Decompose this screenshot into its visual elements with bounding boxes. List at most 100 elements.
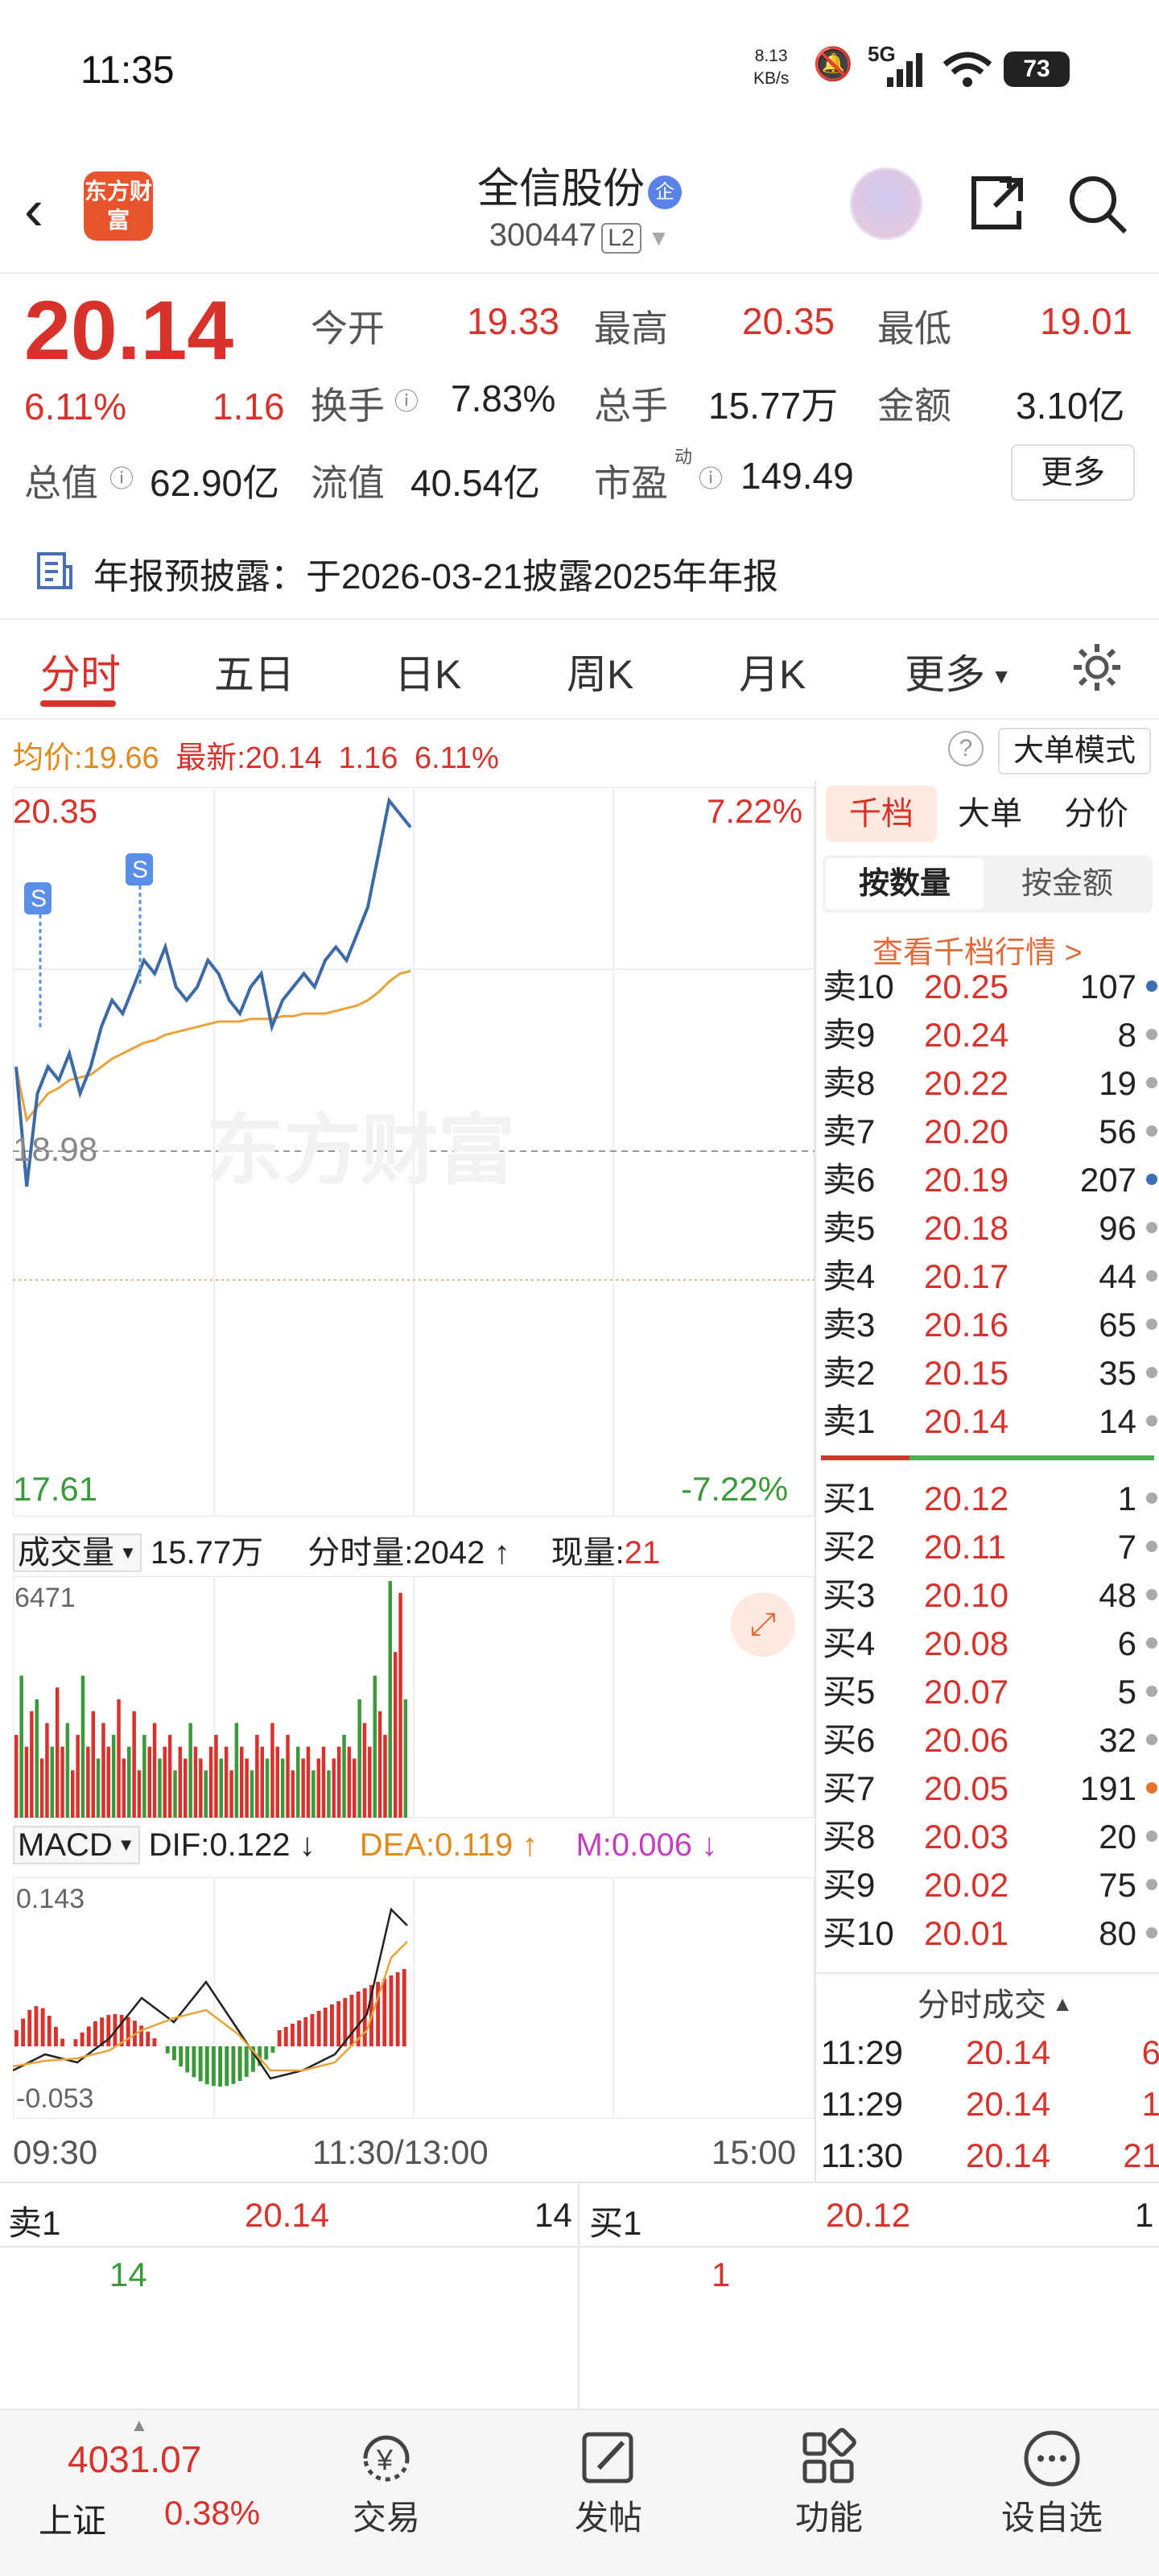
trade-icon: ¥ [363, 2435, 410, 2482]
bid-row[interactable]: 买3 20.10 48 [823, 1571, 1159, 1620]
bid-row[interactable]: 买7 20.05 191 [823, 1765, 1159, 1813]
chart-info-row: 均价:19.66 最新:20.14 1.16 6.11% [13, 741, 499, 775]
macd-bar [310, 2014, 315, 2046]
volume-chart[interactable] [13, 1576, 815, 1818]
volume-bar [24, 1746, 29, 1818]
settings-icon[interactable] [1069, 639, 1125, 696]
ask-row[interactable]: 卖7 20.20 56 [823, 1108, 1159, 1156]
time-end: 15:00 [711, 2133, 797, 2171]
tab-daily-k[interactable]: 日K [394, 642, 461, 700]
ob-price: 20.15 [924, 1354, 1009, 1392]
ob-price: 20.16 [924, 1306, 1009, 1344]
search-icon[interactable] [1062, 169, 1132, 238]
intraday-chart[interactable]: 东方财富 S S [13, 787, 815, 1517]
level1-row: 卖1 20.14 14 买1 20.12 1 [0, 2182, 1159, 2249]
tab-five-day[interactable]: 五日 [214, 642, 295, 700]
s-markers[interactable]: S S [24, 853, 153, 1029]
ask-row[interactable]: 卖9 20.24 8 [823, 1011, 1159, 1059]
ask-row[interactable]: 卖3 20.16 65 [823, 1301, 1159, 1349]
ob-dot [1146, 1125, 1157, 1137]
volume-bar [50, 1746, 54, 1818]
volume-bar [101, 1723, 105, 1818]
ask-row[interactable]: 卖2 20.15 35 [823, 1349, 1159, 1397]
tab-big-order[interactable]: 大单 [958, 786, 1022, 842]
bid-row[interactable]: 买5 20.07 5 [823, 1668, 1159, 1716]
share-icon[interactable] [963, 169, 1032, 238]
ask-row[interactable]: 卖4 20.17 44 [823, 1253, 1159, 1301]
info-icon[interactable]: ⓘ [394, 382, 419, 417]
volume-bar [286, 1735, 290, 1818]
ob-vol: 6 [1117, 1624, 1136, 1662]
bid-row[interactable]: 买8 20.03 20 [823, 1813, 1159, 1861]
post-button[interactable]: 发帖 [568, 2426, 649, 2540]
tab-monthly-k[interactable]: 月K [739, 642, 806, 700]
function-button[interactable]: 功能 [789, 2426, 869, 2540]
index-name[interactable]: 上证 [39, 2494, 106, 2543]
tab-price-split[interactable]: 分价 [1064, 786, 1128, 842]
trades-list: 11:29 20.14 6 11:29 20.14 1 11:30 20.14 21 [821, 2029, 1159, 2183]
trade-button[interactable]: ¥ 交易 [346, 2426, 427, 2540]
volume-bar [403, 1699, 408, 1818]
level1-bid-price: 20.12 [826, 2196, 911, 2234]
index-value[interactable]: 4031.07 [68, 2438, 201, 2481]
volume-bar [336, 1746, 341, 1818]
macd-dropdown[interactable]: MACD ▼ [13, 1826, 140, 1864]
ob-vol: 20 [1099, 1818, 1136, 1856]
sub-tab-group: 按数量 按金额 [823, 855, 1153, 913]
more-button[interactable]: 更多 [1011, 444, 1135, 501]
ob-vol: 191 [1079, 1769, 1136, 1807]
index-pct[interactable]: 0.38% [164, 2494, 260, 2533]
volume-bar [30, 1711, 34, 1818]
sub-tab-amount[interactable]: 按金额 [987, 858, 1148, 910]
add-watchlist-button[interactable]: 设自选 [992, 2426, 1112, 2540]
trades-title[interactable]: 分时成交 ▲ [918, 1979, 1073, 2025]
expand-icon[interactable]: ⤢ [731, 1592, 795, 1657]
volume-dropdown[interactable]: 成交量 ▼ [13, 1534, 142, 1572]
volume-bar [204, 1770, 208, 1818]
tab-weekly-k[interactable]: 周K [567, 642, 633, 700]
robot-avatar-icon[interactable] [850, 167, 922, 240]
volume-bar [321, 1746, 326, 1818]
volume-bar [229, 1770, 233, 1818]
ask-row[interactable]: 卖5 20.18 96 [823, 1204, 1159, 1253]
info-icon[interactable]: ⓘ [109, 459, 134, 494]
bid-row[interactable]: 买1 20.12 1 [823, 1475, 1159, 1523]
notice-bar[interactable]: 年报预披露：于2026-03-21披露2025年年报 [0, 515, 1159, 620]
help-icon[interactable]: ? [948, 731, 984, 766]
bid-row[interactable]: 买4 20.08 6 [823, 1620, 1159, 1668]
info-icon[interactable]: ⓘ [699, 459, 723, 494]
trades-divider [816, 1972, 1159, 1974]
bid-row[interactable]: 买2 20.11 7 [823, 1523, 1159, 1571]
ask-row[interactable]: 卖8 20.22 19 [823, 1059, 1159, 1108]
ask-row[interactable]: 卖6 20.19 207 [823, 1156, 1159, 1204]
macd-bar [231, 2046, 236, 2084]
volume-bar [275, 1746, 279, 1818]
sub-tab-quantity[interactable]: 按数量 [826, 858, 984, 910]
big-order-mode-button[interactable]: 大单模式 [998, 728, 1151, 774]
time-mid: 11:30/13:00 [312, 2133, 489, 2171]
ask-row[interactable]: 卖10 20.25 107 [823, 963, 1159, 1011]
volume-bar [188, 1723, 192, 1818]
macd-chart[interactable] [13, 1877, 815, 2119]
volume-bar [199, 1758, 203, 1818]
bid-row[interactable]: 买9 20.02 75 [823, 1861, 1159, 1909]
tab-thousand-level[interactable]: 千档 [826, 786, 937, 842]
ob-dot [1146, 1686, 1157, 1697]
turnover-label: 换手 [311, 385, 385, 427]
post-label: 发帖 [574, 2499, 642, 2537]
tab-more[interactable]: 更多 ▼ [905, 642, 1012, 700]
signal-icon [887, 53, 922, 87]
macd-bar [172, 2046, 176, 2061]
function-label: 功能 [794, 2499, 863, 2537]
add-watchlist-label: 设自选 [1000, 2499, 1103, 2537]
tab-intraday[interactable]: 分时 [40, 642, 121, 700]
battery-icon: 73 [1004, 52, 1070, 87]
volume-bar [265, 1758, 270, 1818]
bid-row[interactable]: 买6 20.06 32 [823, 1716, 1159, 1765]
ob-vol: 32 [1099, 1721, 1136, 1759]
volume-bar [332, 1758, 336, 1818]
volume-bar [398, 1592, 402, 1818]
apps-icon [802, 2428, 856, 2483]
bid-row[interactable]: 买10 20.01 80 [823, 1909, 1159, 1956]
ask-row[interactable]: 卖1 20.14 14 [823, 1397, 1159, 1439]
